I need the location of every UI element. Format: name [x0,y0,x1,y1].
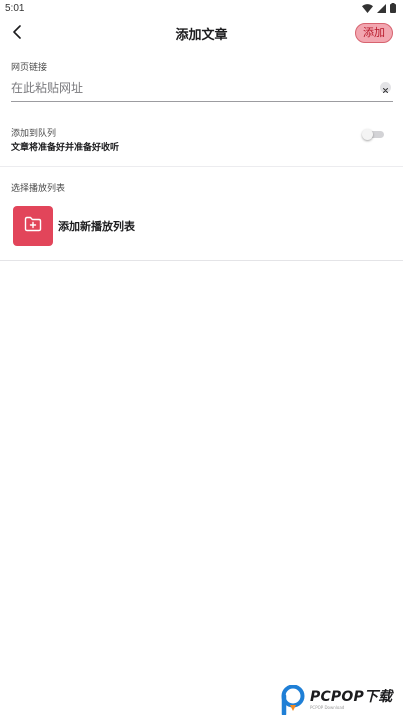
watermark: PCPOP下载 PCPOP Download [280,684,400,717]
signal-icon [377,3,386,13]
queue-toggle[interactable] [362,129,384,140]
folder-plus-icon [24,216,42,236]
watermark-subtext: PCPOP Download [310,705,345,710]
status-bar: 5:01 [0,0,403,16]
add-new-playlist-label: 添加新播放列表 [58,220,135,233]
wifi-icon [362,3,373,13]
close-icon [383,78,388,97]
url-input[interactable] [11,76,371,100]
battery-icon [390,3,396,13]
watermark-brand: PCPOP下载 [310,689,393,705]
add-article-screen: 5:01 添加文章 添加 网页链接 在此粘贴网址 添加到队列 文章将准备好并准备… [0,0,403,720]
divider [0,166,403,167]
app-bar: 添加文章 添加 [0,18,403,48]
playlist-section-label: 选择播放列表 [11,184,66,194]
back-button[interactable] [6,22,28,44]
page-title: 添加文章 [175,28,228,43]
queue-description: 文章将准备好并准备好收听 [11,143,120,153]
add-button[interactable]: 添加 [355,23,393,43]
url-label: 网页链接 [11,63,48,73]
clear-url-button[interactable] [380,82,391,93]
status-time: 5:01 [5,2,25,14]
status-icons [362,3,396,13]
playlist-tile [13,206,53,246]
divider [0,260,403,261]
pcpop-logo-icon [280,684,306,717]
toggle-thumb [362,129,373,140]
chevron-left-icon [11,24,23,43]
queue-title: 添加到队列 [11,129,57,139]
watermark-text-group: PCPOP下载 PCPOP Download [310,689,392,711]
add-new-playlist-button[interactable]: 添加新播放列表 [13,206,213,246]
url-field [11,76,393,102]
